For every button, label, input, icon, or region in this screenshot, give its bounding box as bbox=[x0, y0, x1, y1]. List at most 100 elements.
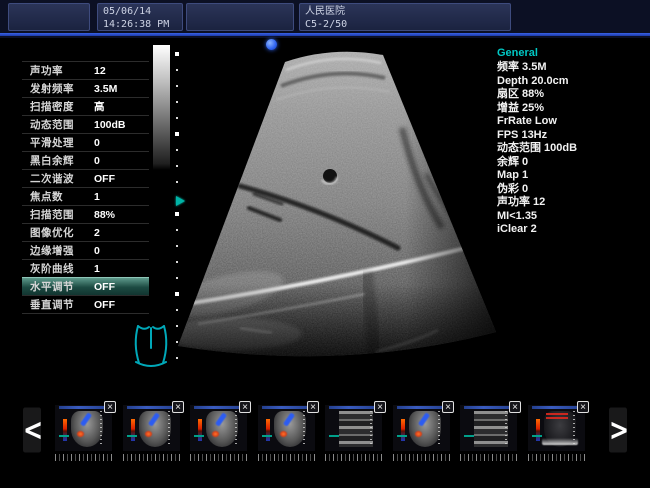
thumb-header-bar bbox=[532, 406, 581, 409]
thumb-colorbar bbox=[198, 419, 202, 441]
thumbnail-6[interactable]: × bbox=[393, 405, 450, 451]
thumb-image bbox=[339, 411, 373, 447]
param-value: OFF bbox=[94, 173, 115, 185]
topbar-datetime-box: 05/06/14 14:26:38 PM bbox=[97, 3, 183, 31]
param-row-scan-density[interactable]: 扫描密度 高 bbox=[22, 98, 149, 116]
param-row-tx-frequency[interactable]: 发射频率 3.5M bbox=[22, 80, 149, 98]
info-map: Map 1 bbox=[497, 169, 647, 183]
thumb-colorbar bbox=[266, 419, 270, 441]
thumbnail-2[interactable]: × bbox=[123, 405, 180, 451]
thumbnail-7[interactable]: × bbox=[460, 405, 517, 451]
thumb-focus-tick bbox=[127, 435, 137, 437]
thumb-param-text bbox=[235, 411, 237, 445]
thumb-header-bar bbox=[59, 406, 108, 409]
time-text: 14:26:38 PM bbox=[103, 18, 169, 31]
info-sector: 扇区 88% bbox=[497, 88, 647, 102]
close-thumbnail-button[interactable]: × bbox=[442, 401, 454, 413]
param-label: 发射频率 bbox=[30, 81, 94, 96]
thumb-param-text bbox=[168, 411, 170, 445]
info-framerate: FrRate Low bbox=[497, 115, 647, 129]
param-row-focus-count[interactable]: 焦点数 1 bbox=[22, 188, 149, 206]
param-value: 高 bbox=[94, 99, 105, 114]
close-thumbnail-button[interactable]: × bbox=[577, 401, 589, 413]
param-value: 0 bbox=[94, 245, 100, 257]
param-value: OFF bbox=[94, 299, 115, 311]
thumb-param-text bbox=[573, 411, 575, 445]
thumb-param-text bbox=[438, 411, 440, 445]
thumb-param-text bbox=[303, 411, 305, 445]
close-thumbnail-button[interactable]: × bbox=[374, 401, 386, 413]
param-row-vertical-adjust[interactable]: 垂直调节 OFF bbox=[22, 296, 149, 314]
param-label: 焦点数 bbox=[30, 189, 94, 204]
info-fps: FPS 13Hz bbox=[497, 129, 647, 143]
param-row-scan-range[interactable]: 扫描范围 88% bbox=[22, 206, 149, 224]
scroll-right-button[interactable]: > bbox=[609, 408, 627, 453]
thumbnail-8[interactable]: × bbox=[528, 405, 585, 451]
thumbnail-strip: < × × × bbox=[0, 398, 650, 473]
param-label: 扫描密度 bbox=[30, 99, 94, 114]
thumb-focus-tick bbox=[464, 435, 474, 437]
param-label: 水平调节 bbox=[30, 279, 94, 294]
param-row-gray-curve[interactable]: 灰阶曲线 1 bbox=[22, 260, 149, 278]
close-thumbnail-button[interactable]: × bbox=[104, 401, 116, 413]
thumb-header-bar bbox=[329, 406, 378, 409]
thumb-colorbar bbox=[401, 419, 405, 441]
close-thumbnail-button[interactable]: × bbox=[509, 401, 521, 413]
param-label: 二次谐波 bbox=[30, 171, 94, 186]
thumb-doppler-red bbox=[77, 431, 84, 437]
param-label: 垂直调节 bbox=[30, 297, 94, 312]
thumb-doppler-red bbox=[212, 431, 219, 437]
topbar-hospital-box: 人民医院 C5-2/50 bbox=[299, 3, 511, 31]
info-dynamic-range: 动态范围 100dB bbox=[497, 142, 647, 156]
thumb-header-bar bbox=[127, 406, 176, 409]
param-label: 黑白余辉 bbox=[30, 153, 94, 168]
scroll-left-button[interactable]: < bbox=[23, 408, 41, 453]
topbar-box-empty-2 bbox=[186, 3, 294, 31]
param-value: 12 bbox=[94, 65, 106, 77]
thumb-header-bar bbox=[397, 406, 446, 409]
thumb-annotation bbox=[546, 413, 568, 421]
thumbnail-3[interactable]: × bbox=[190, 405, 247, 451]
param-row-dynamic-range[interactable]: 动态范围 100dB bbox=[22, 116, 149, 134]
param-label: 动态范围 bbox=[30, 117, 94, 132]
param-label: 平滑处理 bbox=[30, 135, 94, 150]
param-label: 灰阶曲线 bbox=[30, 261, 94, 276]
info-iclear: iClear 2 bbox=[497, 223, 647, 237]
thumb-focus-tick bbox=[262, 435, 272, 437]
image-info-panel: General 频率 3.5M Depth 20.0cm 扇区 88% 增益 2… bbox=[497, 47, 647, 237]
param-row-acoustic-power[interactable]: 声功率 12 bbox=[22, 62, 149, 80]
thumb-param-text bbox=[100, 411, 102, 445]
param-value: 2 bbox=[94, 227, 100, 239]
thumb-focus-tick bbox=[397, 435, 407, 437]
thumbnail-1[interactable]: × bbox=[55, 405, 112, 451]
param-label: 边缘增强 bbox=[30, 243, 94, 258]
thumb-caption-text bbox=[258, 454, 315, 461]
body-marker-icon bbox=[128, 318, 174, 370]
thumb-header-bar bbox=[464, 406, 513, 409]
param-row-edge-enhance[interactable]: 边缘增强 0 bbox=[22, 242, 149, 260]
param-row-harmonics[interactable]: 二次谐波 OFF bbox=[22, 170, 149, 188]
probe-orientation-marker-icon bbox=[266, 39, 277, 50]
thumb-focus-tick bbox=[329, 435, 339, 437]
info-frequency: 频率 3.5M bbox=[497, 61, 647, 75]
thumb-doppler-red bbox=[145, 431, 152, 437]
thumb-doppler-red bbox=[415, 431, 422, 437]
param-row-smoothing[interactable]: 平滑处理 0 bbox=[22, 134, 149, 152]
close-thumbnail-button[interactable]: × bbox=[172, 401, 184, 413]
param-value: 1 bbox=[94, 191, 100, 203]
param-row-image-optimize[interactable]: 图像优化 2 bbox=[22, 224, 149, 242]
param-row-bw-persistence[interactable]: 黑白余辉 0 bbox=[22, 152, 149, 170]
grayscale-bar bbox=[153, 45, 170, 170]
param-row-horizontal-adjust-selected[interactable]: 水平调节 OFF bbox=[22, 277, 149, 296]
close-thumbnail-button[interactable]: × bbox=[307, 401, 319, 413]
thumbnail-4[interactable]: × bbox=[258, 405, 315, 451]
param-label: 扫描范围 bbox=[30, 207, 94, 222]
info-acoustic-power: 声功率 12 bbox=[497, 196, 647, 210]
close-thumbnail-button[interactable]: × bbox=[239, 401, 251, 413]
thumb-caption-text bbox=[325, 454, 382, 461]
param-value: 100dB bbox=[94, 119, 126, 131]
hospital-name: 人民医院 bbox=[305, 5, 345, 18]
thumb-caption-text bbox=[123, 454, 180, 461]
thumbnail-5[interactable]: × bbox=[325, 405, 382, 451]
probe-model: C5-2/50 bbox=[305, 18, 347, 31]
